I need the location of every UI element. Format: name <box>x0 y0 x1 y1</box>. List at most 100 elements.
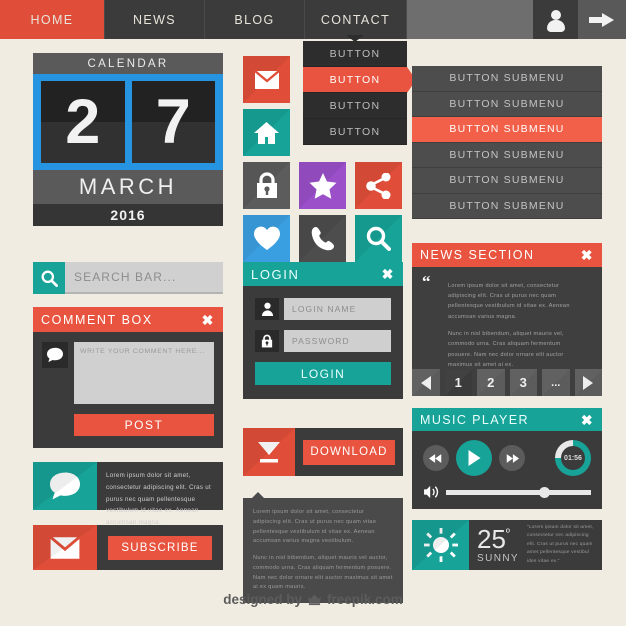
rewind-button[interactable] <box>423 445 449 471</box>
pagination-page-label: 3 <box>519 375 527 390</box>
password-input[interactable]: PASSWORD <box>284 330 391 352</box>
nav-user-button[interactable] <box>533 0 578 39</box>
dropdown-caret-icon <box>346 35 364 42</box>
submenu-item-active[interactable]: BUTTON SUBMENU <box>412 117 602 143</box>
paragraph-text: Nunc in nisl bibendum, aliquet mauris ve… <box>253 555 393 591</box>
search-icon[interactable] <box>33 262 65 294</box>
login-button[interactable]: LOGIN <box>255 362 391 385</box>
speech-card: Lorem ipsum dolor sit amet, consectetur … <box>33 462 223 526</box>
footer-prefix: designed by <box>223 592 302 607</box>
icon-tile-lock[interactable] <box>243 162 290 209</box>
music-player-body: 01:56 <box>412 431 602 509</box>
card-notch-icon <box>251 492 265 499</box>
pagination-ellipsis[interactable]: ... <box>542 369 570 396</box>
footer-credit: designed by freepik.com <box>0 592 626 607</box>
degree-symbol: º <box>505 527 510 539</box>
subscribe-widget: SUBSCRIBE <box>33 525 223 570</box>
close-icon[interactable]: ✖ <box>581 248 594 262</box>
nav-item-label: HOME <box>30 12 74 27</box>
login-title: LOGIN <box>251 266 300 282</box>
dropdown-item[interactable]: BUTTON <box>303 93 407 119</box>
submenu-item-label: BUTTON SUBMENU <box>449 123 565 136</box>
lock-icon <box>255 330 279 352</box>
nav-item-blog[interactable]: BLOG <box>205 0 305 39</box>
search-bar[interactable]: SEARCH BAR... <box>33 262 223 294</box>
icon-tile-share[interactable] <box>355 162 402 209</box>
nav-item-label: NEWS <box>132 12 177 27</box>
submenu-item-label: BUTTON SUBMENU <box>449 72 565 85</box>
dropdown-item-label: BUTTON <box>329 125 381 138</box>
search-input[interactable]: SEARCH BAR... <box>65 262 223 294</box>
nav-item-home[interactable]: HOME <box>0 0 105 39</box>
pagination-page-3[interactable]: 3 <box>509 369 537 396</box>
icon-tile-mail[interactable] <box>243 56 290 103</box>
weather-info: 25 º SUNNY “Lorem ipsum dolor sit amet, c… <box>469 520 602 570</box>
nav-item-label: BLOG <box>234 12 275 27</box>
nav-next-button[interactable] <box>578 0 626 39</box>
news-paragraph: Lorem ipsum dolor sit amet, consectetur … <box>448 282 570 320</box>
download-button[interactable]: DOWNLOAD <box>303 439 395 465</box>
pagination-page-2[interactable]: 2 <box>477 369 505 396</box>
submenu-item[interactable]: BUTTON SUBMENU <box>412 168 602 194</box>
login-username-field[interactable]: LOGIN NAME <box>255 298 391 320</box>
fast-forward-icon <box>506 453 519 463</box>
dropdown-item-active[interactable]: BUTTON <box>303 67 416 93</box>
pagination-next-button[interactable] <box>574 369 602 396</box>
login-body: LOGIN NAME PASSWORD LOGIN <box>243 286 403 399</box>
icon-tile-home[interactable] <box>243 109 290 156</box>
login-password-field[interactable]: PASSWORD <box>255 330 391 352</box>
volume-control[interactable] <box>423 485 591 499</box>
comment-textarea[interactable]: WRITE YOUR COMMENT HERE... <box>74 342 214 404</box>
user-icon <box>255 298 279 320</box>
submenu-item-label: BUTTON SUBMENU <box>449 97 565 110</box>
pagination-page-1[interactable]: 1 <box>444 369 472 396</box>
sun-icon <box>412 520 469 570</box>
submenu-item[interactable]: BUTTON SUBMENU <box>412 91 602 117</box>
calendar-digit-value: 2 <box>65 86 101 157</box>
music-controls: 01:56 <box>423 440 591 476</box>
submenu-item-label: BUTTON SUBMENU <box>449 148 565 161</box>
submenu-item[interactable]: BUTTON SUBMENU <box>412 193 602 219</box>
pagination-page-label: ... <box>551 376 561 389</box>
submenu-item-label: BUTTON SUBMENU <box>449 199 565 212</box>
music-player-widget: MUSIC PLAYER ✖ 01:56 <box>412 408 602 509</box>
dropdown-item[interactable]: BUTTON <box>303 41 407 67</box>
mail-icon <box>33 525 97 570</box>
icon-tile-heart[interactable] <box>243 215 290 262</box>
volume-slider-track[interactable] <box>446 486 591 498</box>
subscribe-button[interactable]: SUBSCRIBE <box>108 535 212 560</box>
close-icon[interactable]: ✖ <box>581 413 594 427</box>
forward-button[interactable] <box>499 445 525 471</box>
contact-dropdown-menu: BUTTON BUTTON BUTTON BUTTON <box>303 35 416 145</box>
track-progress-dial[interactable]: 01:56 <box>555 440 591 476</box>
pagination-page-label: 2 <box>487 375 495 390</box>
post-button[interactable]: POST <box>74 414 214 436</box>
submenu-item[interactable]: BUTTON SUBMENU <box>412 142 602 168</box>
login-widget: LOGIN ✖ LOGIN NAME PASSWORD LOGIN <box>243 262 403 399</box>
download-widget: DOWNLOAD <box>243 428 403 476</box>
nav-item-contact[interactable]: CONTACT <box>305 0 407 39</box>
volume-slider-knob[interactable] <box>538 486 550 498</box>
close-icon[interactable]: ✖ <box>202 313 215 327</box>
close-icon[interactable]: ✖ <box>382 267 395 281</box>
username-input[interactable]: LOGIN NAME <box>284 298 391 320</box>
weather-description: “Lorem ipsum dolor sit amet, consectetur… <box>527 525 594 564</box>
rewind-icon <box>429 453 442 463</box>
play-button[interactable] <box>456 440 492 476</box>
news-title: NEWS SECTION <box>420 248 535 262</box>
icon-tile-phone[interactable] <box>299 215 346 262</box>
icon-tile-search[interactable] <box>355 215 402 262</box>
nav-item-news[interactable]: NEWS <box>105 0 205 39</box>
dropdown-item[interactable]: BUTTON <box>303 119 407 145</box>
user-icon <box>546 9 566 32</box>
icon-tile-star[interactable] <box>299 162 346 209</box>
paragraph-card: Lorem ipsum dolor sit amet, consectetur … <box>243 492 403 604</box>
calendar-title: CALENDAR <box>33 53 223 74</box>
submenu-item[interactable]: BUTTON SUBMENU <box>412 66 602 92</box>
weather-temperature: 25 º <box>477 526 519 552</box>
temperature-value: 25 <box>477 524 506 554</box>
nav-spacer <box>407 0 533 39</box>
triangle-left-icon <box>420 375 431 390</box>
pagination-prev-button[interactable] <box>412 369 440 396</box>
login-header: LOGIN ✖ <box>243 262 403 286</box>
